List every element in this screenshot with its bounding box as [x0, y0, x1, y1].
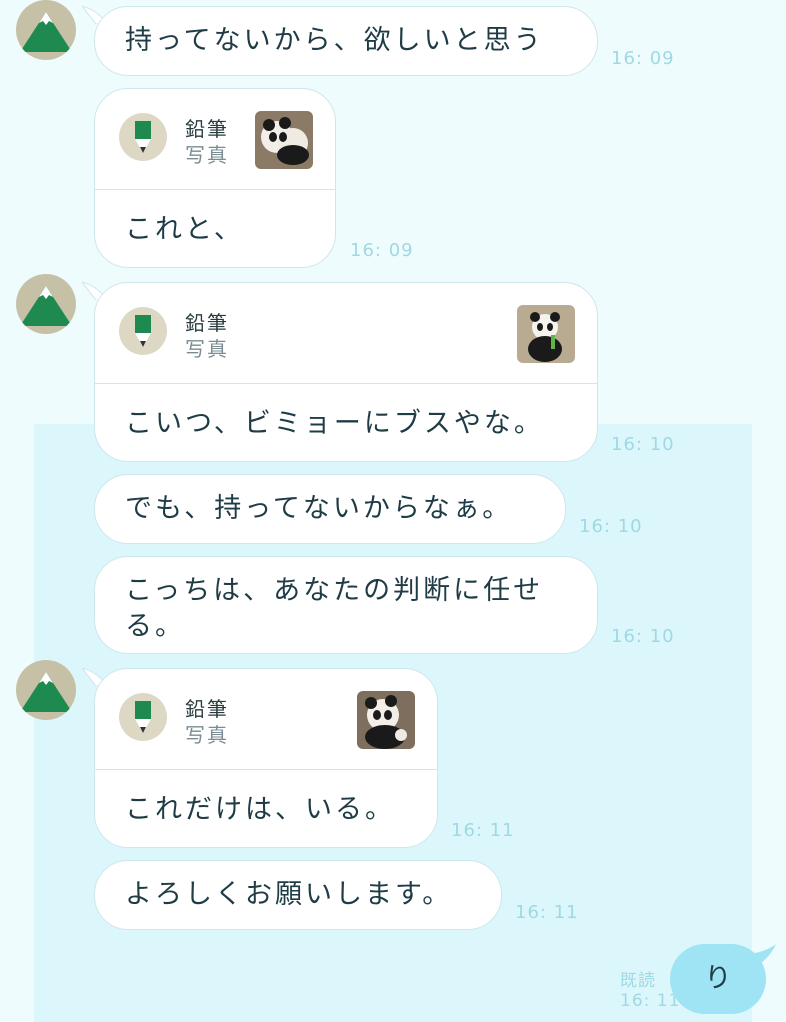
message-text-line: る。: [125, 611, 185, 642]
card-sender-name: 鉛筆: [185, 697, 229, 721]
card-sender-name: 鉛筆: [185, 311, 229, 335]
card-kind-label: 写真: [185, 337, 229, 361]
card-kind-label: 写真: [185, 723, 229, 747]
message-text-line: こっちは、あなたの判断に任せ: [125, 575, 544, 606]
sender-avatar[interactable]: [16, 660, 76, 720]
pencil-icon: [119, 307, 167, 355]
photo-card-bubble[interactable]: 鉛筆 写真 これだけは、いる。: [94, 668, 438, 848]
card-message-text: こいつ、ビミョーにブスやな。: [125, 408, 544, 439]
pencil-icon: [119, 693, 167, 741]
panda-photo-thumbnail[interactable]: [517, 305, 575, 363]
message-text: よろしくお願いします。: [125, 879, 453, 910]
message-text: でも、持ってないからなぁ。: [125, 493, 513, 524]
message-time: 16: 10: [579, 516, 643, 537]
card-header: 鉛筆 写真: [95, 283, 597, 384]
message-time: 16: 10: [611, 434, 675, 455]
sender-avatar[interactable]: [16, 0, 76, 60]
panda-photo-thumbnail[interactable]: [357, 691, 415, 749]
panda-photo-thumbnail[interactable]: [255, 111, 313, 169]
sender-avatar[interactable]: [16, 274, 76, 334]
card-message-text: これだけは、いる。: [125, 794, 395, 825]
pencil-icon: [119, 113, 167, 161]
sent-message-bubble[interactable]: り: [670, 944, 766, 1014]
photo-card-bubble[interactable]: 鉛筆 写真 こいつ、ビミョーにブスやな。: [94, 282, 598, 462]
message-time: 16: 11: [515, 902, 579, 923]
message-bubble[interactable]: 持ってないから、欲しいと思う: [94, 6, 598, 76]
card-sender-name: 鉛筆: [185, 117, 229, 141]
message-text: 持ってないから、欲しいと思う: [125, 25, 544, 56]
message-time: 16: 10: [611, 626, 675, 647]
message-time: 16: 09: [611, 48, 675, 69]
message-bubble[interactable]: こっちは、あなたの判断に任せ る。: [94, 556, 598, 654]
message-time: 16: 11: [451, 820, 515, 841]
photo-card-bubble[interactable]: 鉛筆 写真 これと、: [94, 88, 336, 268]
sent-message-text: り: [704, 963, 732, 994]
message-time: 16: 09: [350, 240, 414, 261]
sent-time: 16: 11: [620, 991, 681, 1011]
card-message-text: これと、: [125, 214, 244, 245]
card-header: 鉛筆 写真: [95, 669, 437, 770]
message-bubble[interactable]: でも、持ってないからなぁ。: [94, 474, 566, 544]
message-bubble[interactable]: よろしくお願いします。: [94, 860, 502, 930]
card-header: 鉛筆 写真: [95, 89, 335, 190]
card-kind-label: 写真: [185, 143, 229, 167]
